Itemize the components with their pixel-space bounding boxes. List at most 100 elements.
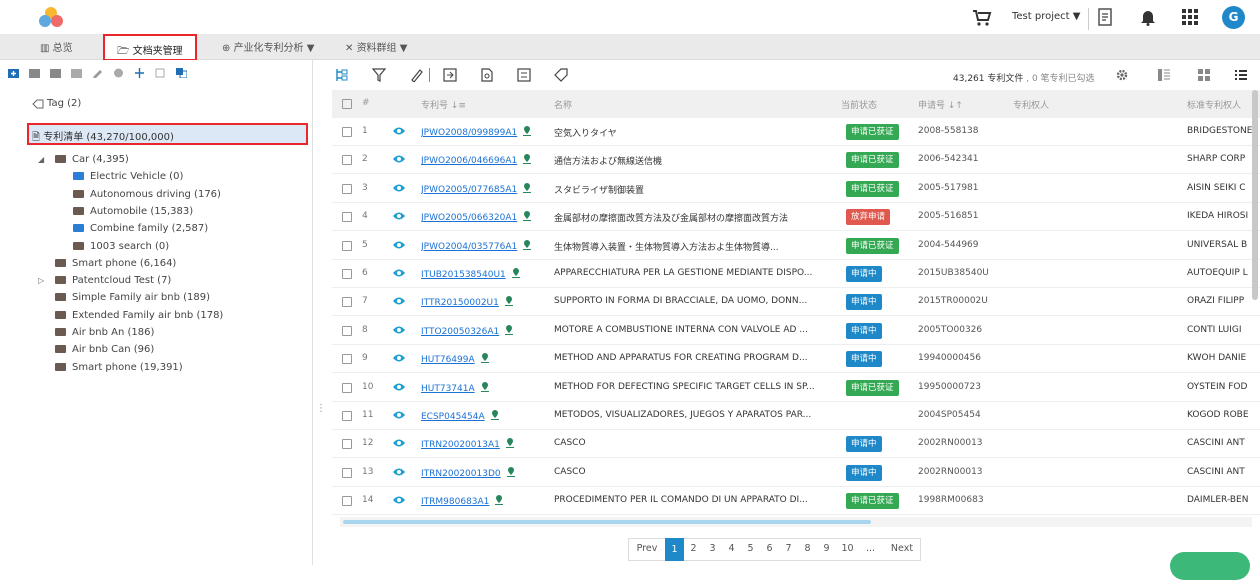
help-chat-button[interactable] [1170,552,1250,580]
app-logo-icon[interactable] [38,6,64,28]
column-header-patent-no[interactable]: 专利号 ↓≡ [421,98,466,111]
table-row[interactable]: 11 ECSP045454A METODOS, VISUALIZADORES, JU… [332,402,1260,430]
preview-eye-icon[interactable] [393,325,405,335]
tree-item[interactable]: Autonomous driving (176) [73,187,221,203]
preview-eye-icon[interactable] [393,183,405,193]
tag-assign-icon[interactable] [554,68,568,82]
preview-eye-icon[interactable] [393,495,405,505]
table-row[interactable]: 4 JPWO2005/066320A1 金属部材の摩擦面改質方法及び金属部材の摩擦面… [332,203,1260,232]
tag-filter[interactable]: Tag (2) [47,98,81,109]
location-pin-icon[interactable] [505,438,514,449]
location-pin-icon[interactable] [523,239,532,250]
tree-item[interactable]: Extended Family air bnb (178) [55,308,223,324]
document-export-icon[interactable] [1097,8,1113,26]
row-checkbox[interactable] [342,467,352,478]
add-folder-icon[interactable] [8,68,19,78]
vertical-scrollbar[interactable] [1252,90,1258,300]
location-pin-icon[interactable] [504,296,513,307]
pager-page-5[interactable]: 5 [741,543,760,554]
row-checkbox[interactable] [342,240,352,251]
preview-eye-icon[interactable] [393,353,405,363]
table-row[interactable]: 12 ITRN20020013A1 CASCO 申请中 2002RN00013 CASCI… [332,430,1260,459]
tab-folder-management[interactable]: 🗁 文档夹管理 [103,34,197,61]
tree-item[interactable]: Air bnb Can (96) [55,342,154,358]
location-pin-icon[interactable] [506,466,515,477]
tab-overview[interactable]: ▥ 总览 [40,39,73,54]
settings-gear-icon[interactable] [1115,68,1129,82]
column-header-title[interactable]: 名称 [554,98,572,111]
location-pin-icon[interactable] [523,154,532,165]
split-view-icon[interactable] [1157,68,1171,82]
expand-arrow-icon[interactable]: ◢ [38,152,44,168]
horizontal-scrollbar[interactable] [343,520,871,524]
location-pin-icon[interactable] [505,324,514,335]
remove-folder-icon[interactable] [29,68,40,78]
patent-number-link[interactable]: ITTO20050326A1 [421,324,514,337]
pager-prev-button[interactable]: Prev [629,543,665,554]
row-checkbox[interactable] [342,155,352,166]
tree-item[interactable]: Combine family (2,587) [73,221,208,237]
tree-item[interactable]: Simple Family air bnb (189) [55,290,210,306]
table-row[interactable]: 9 HUT76499A METHOD AND APPARATUS FOR CREAT… [332,345,1260,374]
location-pin-icon[interactable] [511,268,520,278]
compare-icon[interactable] [517,68,531,82]
apps-grid-icon[interactable] [1182,9,1198,25]
table-row[interactable]: 13 ITRN20020013D0 CASCO 申请中 2002RN00013 CASCI… [332,459,1260,487]
table-row[interactable]: 6 ITUB201538540U1 APPARECCHIATURA PER LA G… [332,260,1260,288]
project-selector[interactable]: Test project ▼ [1012,11,1080,22]
preview-eye-icon[interactable] [393,382,405,392]
column-header-right[interactable]: 专利权人 [1013,98,1049,111]
pager-page-9[interactable]: 9 [817,543,836,554]
patent-number-link[interactable]: JPWO2006/046696A1 [421,154,532,166]
location-pin-icon[interactable] [480,381,489,392]
duplicate-icon[interactable] [176,68,187,78]
tree-view-icon[interactable] [335,68,349,82]
patent-number-link[interactable]: JPWO2005/077685A1 [421,182,532,195]
palette-icon[interactable] [113,68,124,78]
patent-number-link[interactable]: JPWO2004/035776A1 [421,239,532,252]
tree-item[interactable]: Smart phone (19,391) [55,360,183,376]
list-view-icon[interactable] [1234,68,1248,82]
pager-page-6[interactable]: 6 [760,543,779,554]
table-row[interactable]: 2 JPWO2006/046696A1 通信方法および無線送信機 申请已获证 2006-… [332,146,1260,175]
pager-ellipsis[interactable]: ... [859,543,882,554]
location-pin-icon[interactable] [495,495,504,506]
preview-eye-icon[interactable] [393,410,405,420]
column-header-assignee[interactable]: 标准专利权人 [1187,98,1241,111]
tree-item[interactable]: Automobile (15,383) [73,204,193,220]
grid-view-icon[interactable] [1197,68,1211,82]
document-search-icon[interactable] [480,68,494,82]
merge-icon[interactable] [134,68,145,78]
preview-eye-icon[interactable] [393,296,405,306]
row-checkbox[interactable] [342,496,352,507]
notification-bell-icon[interactable] [1140,9,1156,26]
table-row[interactable]: 5 JPWO2004/035776A1 生体物質導入装置・生体物質導入方法およ生体物… [332,232,1260,260]
patent-number-link[interactable]: ITRN20020013D0 [421,466,515,479]
patent-number-link[interactable]: ITRM980683A1 [421,495,504,507]
preview-eye-icon[interactable] [393,126,405,136]
tree-item[interactable]: ▷ Patentcloud Test (7) [38,273,171,289]
pager-page-1[interactable]: 1 [665,538,684,561]
tree-item[interactable]: 1003 search (0) [73,239,169,255]
location-pin-icon[interactable] [480,353,489,364]
pager-page-2[interactable]: 2 [684,543,703,554]
pager-page-8[interactable]: 8 [798,543,817,554]
copy-folder-icon[interactable] [71,68,82,78]
select-all-checkbox[interactable] [342,99,352,109]
tree-item[interactable]: Electric Vehicle (0) [73,169,183,185]
location-pin-icon[interactable] [523,182,532,193]
user-avatar[interactable]: G [1222,6,1245,29]
pager-page-7[interactable]: 7 [779,543,798,554]
row-checkbox[interactable] [342,325,352,336]
tree-item[interactable]: ◢ Car (4,395) [38,152,129,168]
patent-number-link[interactable]: ITTR20150002U1 [421,296,513,308]
preview-eye-icon[interactable] [393,268,405,278]
tab-industry-analysis[interactable]: ⊕ 产业化专利分析 ▼ [222,39,314,54]
patent-number-link[interactable]: HUT76499A [421,353,489,365]
tab-data-groups[interactable]: ✕ 资料群组 ▼ [345,39,407,54]
column-header-status[interactable]: 当前状态 [841,98,877,111]
location-pin-icon[interactable] [523,126,532,136]
pager-page-3[interactable]: 3 [703,543,722,554]
preview-eye-icon[interactable] [393,240,405,250]
row-checkbox[interactable] [342,212,352,223]
